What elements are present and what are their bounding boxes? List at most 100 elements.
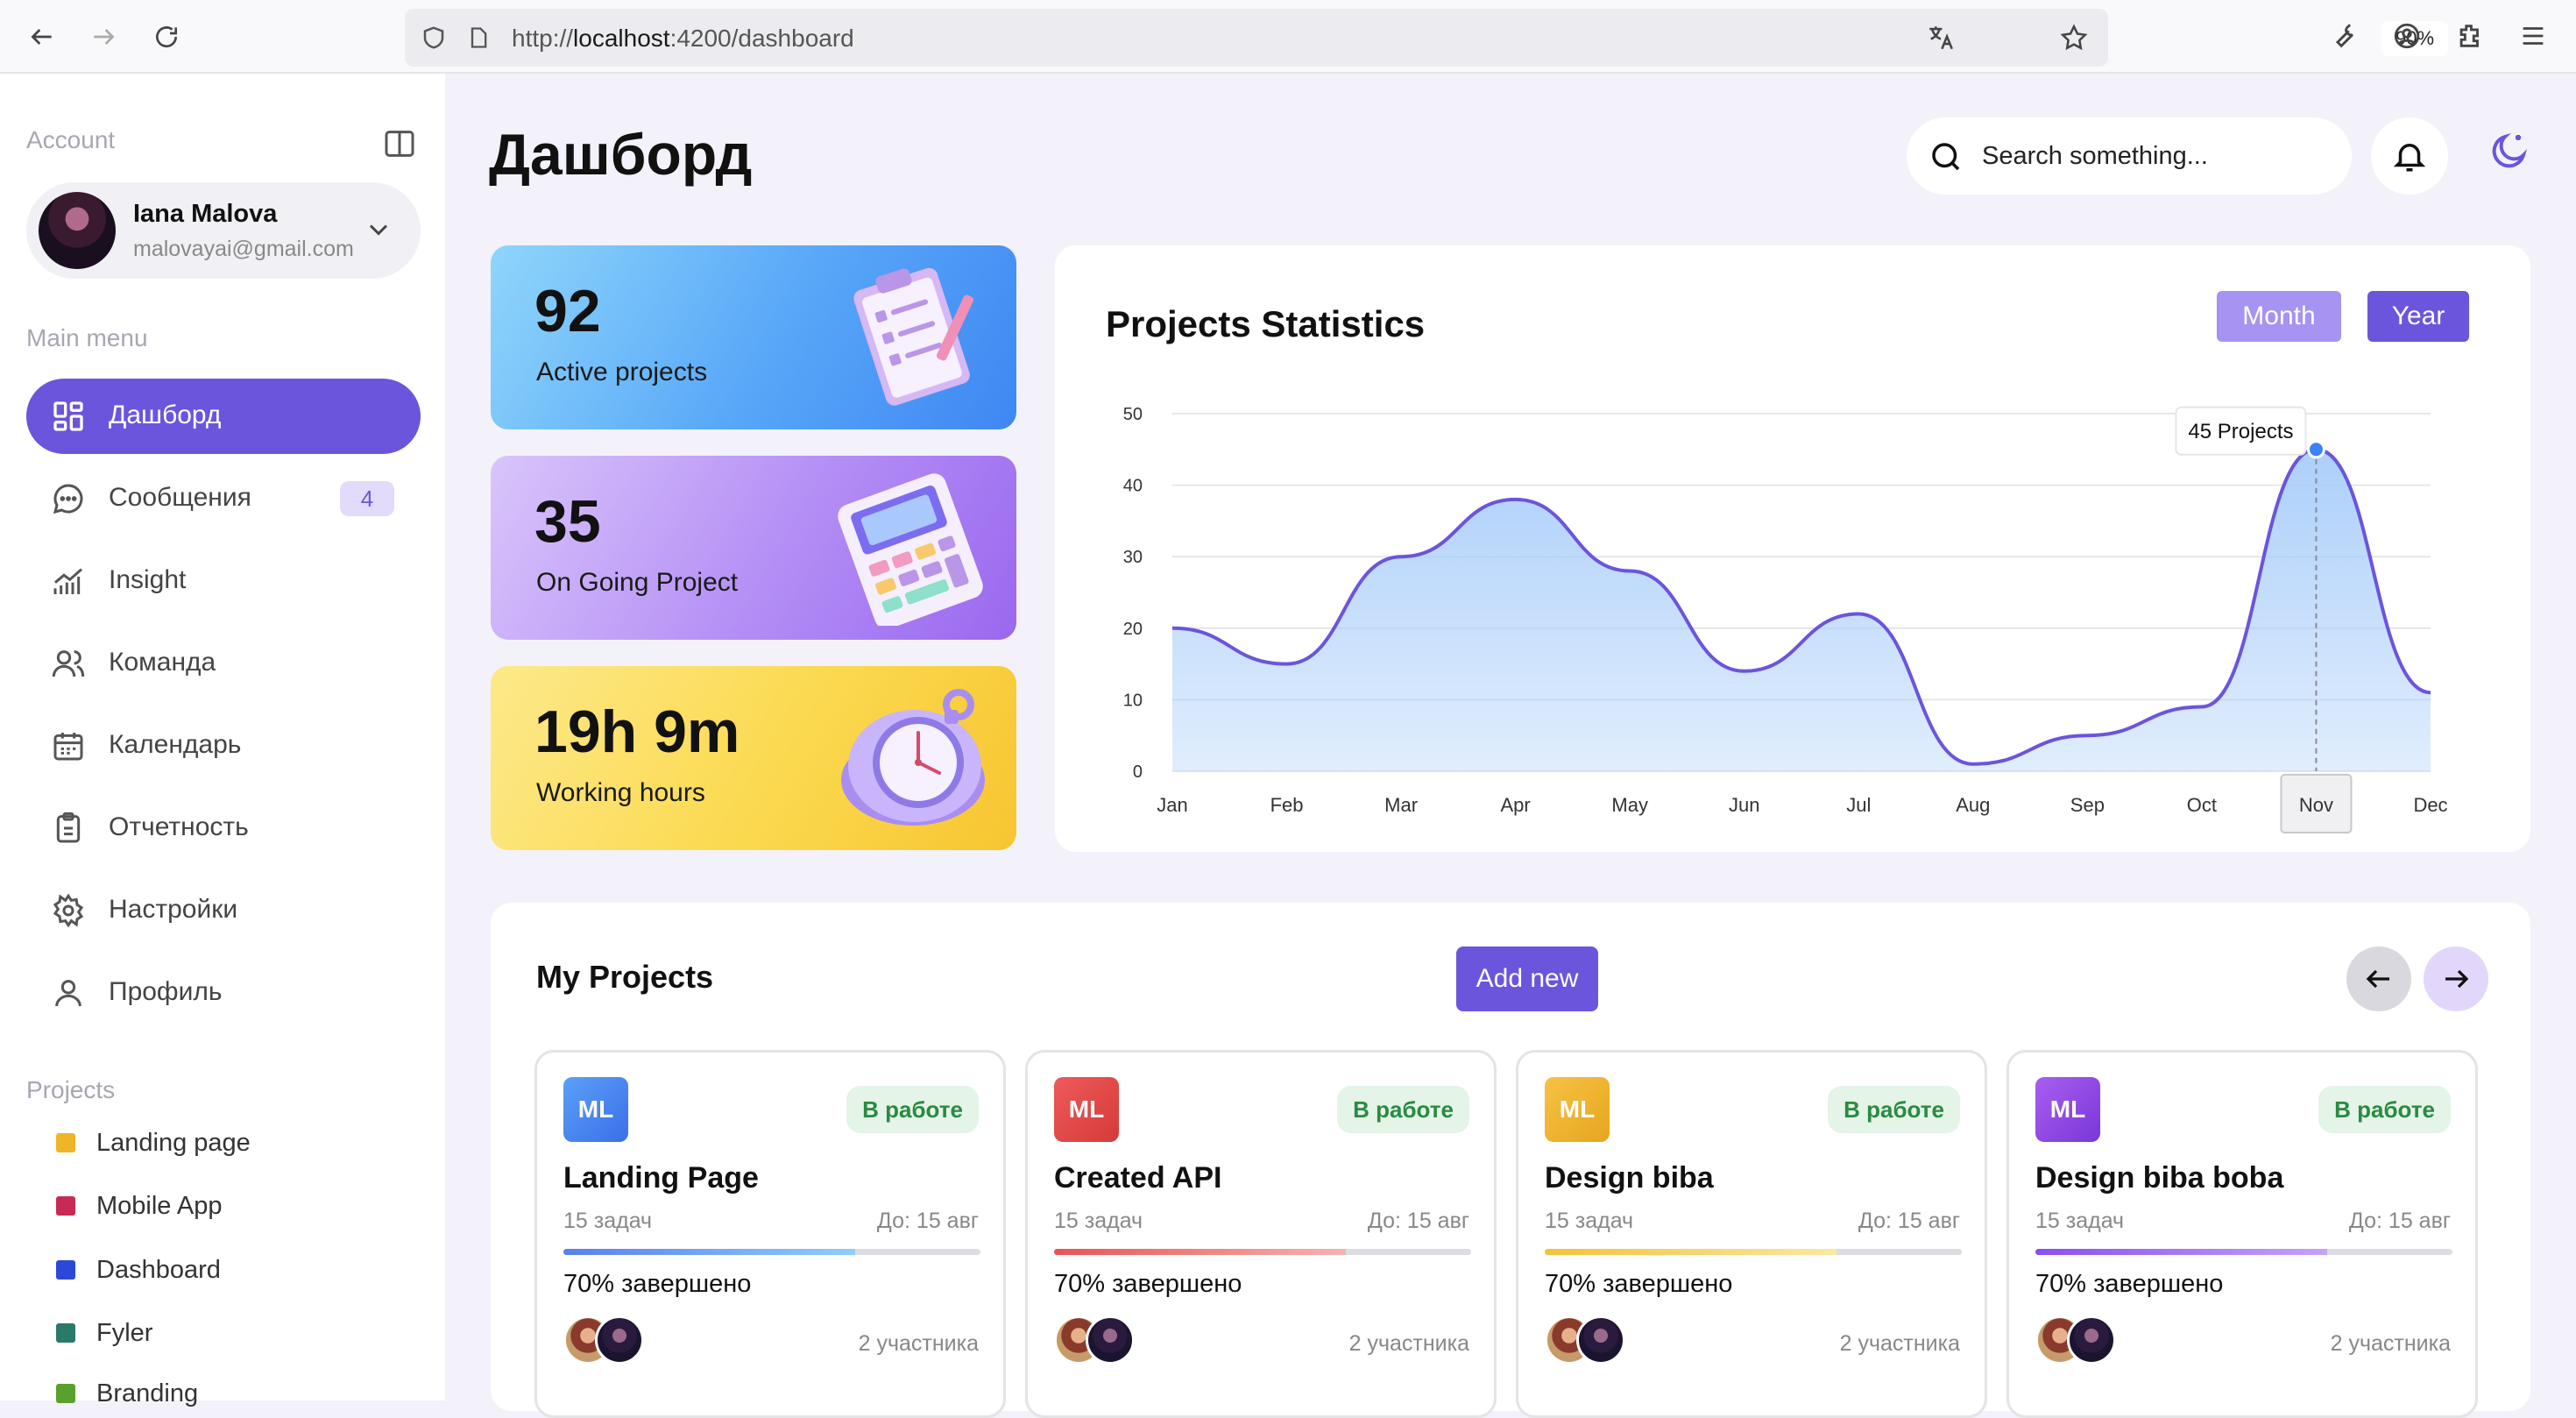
back-button[interactable]	[23, 18, 61, 56]
member-count: 2 участника	[858, 1331, 979, 1356]
url-text: http://localhost:4200/dashboard	[512, 25, 854, 52]
stat-card-active-projects: 92 Active projects	[491, 245, 1016, 429]
notifications-button[interactable]	[2371, 117, 2448, 195]
sidebar-item-calendar[interactable]: Календарь	[26, 708, 421, 783]
translate-icon[interactable]	[1926, 23, 1956, 53]
y-tick-label: 40	[1123, 477, 1143, 496]
sidebar-item-insight[interactable]: Insight	[26, 543, 421, 619]
forward-button[interactable]	[84, 18, 123, 56]
account-icon[interactable]	[2392, 21, 2422, 51]
progress-fill	[2035, 1249, 2328, 1255]
sidebar-project-branding[interactable]: Branding	[56, 1376, 198, 1411]
sidebar-item-settings[interactable]: Настройки	[26, 873, 421, 948]
address-bar[interactable]: http://localhost:4200/dashboard 90%	[405, 9, 2448, 67]
my-projects-section: My Projects Add new ML В работе Landing Pa…	[491, 903, 2530, 1418]
task-count: 15 задач	[1054, 1209, 1143, 1233]
x-tick-label: Jul	[1846, 794, 1871, 816]
search-input[interactable]: Search something...	[1907, 117, 2352, 195]
project-logo: ML	[2035, 1077, 2100, 1142]
sidebar-item-label: Дашборд	[109, 401, 222, 429]
user-email: malovayai@gmail.com	[133, 237, 354, 261]
stat-label: On Going Project	[536, 568, 739, 597]
progress-text: 70% завершено	[2035, 1270, 2224, 1298]
y-tick-label: 10	[1123, 691, 1143, 710]
x-tick-label: May	[1611, 794, 1648, 816]
sidebar-item-label: Отчетность	[109, 812, 249, 841]
status-badge: В работе	[846, 1086, 979, 1133]
progress-fill	[1054, 1249, 1347, 1255]
extensions-icon[interactable]	[2455, 21, 2485, 51]
progress-fill	[1545, 1249, 1837, 1255]
sidebar-toggle-icon[interactable]	[382, 126, 417, 161]
sidebar-project-fyler[interactable]: Fyler	[56, 1315, 152, 1351]
sidebar-item-reports[interactable]: Отчетность	[26, 791, 421, 866]
carousel-prev-button[interactable]	[2346, 947, 2411, 1011]
member-count: 2 участника	[1348, 1331, 1469, 1356]
browser-toolbar: http://localhost:4200/dashboard 90%	[0, 0, 2576, 74]
series-area	[1172, 449, 2431, 771]
progress-bar	[2035, 1249, 2452, 1255]
progress-bar	[1545, 1249, 1962, 1255]
y-tick-label: 50	[1123, 405, 1143, 424]
project-card-created-api[interactable]: ML В работе Created API 15 задач До: 15 авг 7…	[1025, 1050, 1497, 1418]
sidebar-item-profile[interactable]: Профиль	[26, 955, 421, 1031]
project-card-design-biba[interactable]: ML В работе Design biba 15 задач До: 15 авг 7…	[1516, 1050, 1987, 1418]
status-badge: В работе	[1828, 1086, 1960, 1133]
sidebar-item-team[interactable]: Команда	[26, 626, 421, 701]
task-count: 15 задач	[563, 1209, 653, 1233]
task-count: 15 задач	[2035, 1209, 2125, 1233]
main-menu-label: Main menu	[26, 324, 148, 351]
stat-card-working-hours: 19h 9m Working hours	[491, 666, 1016, 850]
x-tick-label: Mar	[1384, 794, 1418, 816]
chat-icon	[53, 484, 83, 514]
my-projects-title: My Projects	[536, 959, 714, 995]
menu-icon[interactable]	[2518, 21, 2548, 51]
progress-text: 70% завершено	[1054, 1270, 1242, 1298]
account-section-label: Account	[26, 126, 116, 153]
sidebar-project-dashboard[interactable]: Dashboard	[56, 1252, 221, 1287]
project-color-swatch	[56, 1260, 75, 1280]
progress-text: 70% завершено	[1545, 1270, 1733, 1298]
account-switcher[interactable]: Iana Malova malovayai@gmail.com	[26, 182, 421, 279]
x-tick-label: Apr	[1501, 794, 1531, 816]
x-tick-label: Jan	[1157, 794, 1187, 816]
add-new-button[interactable]: Add new	[1456, 947, 1598, 1011]
progress-fill	[563, 1249, 856, 1255]
status-badge: В работе	[2318, 1086, 2451, 1133]
reload-button[interactable]	[147, 18, 186, 56]
page-icon	[471, 27, 487, 48]
sidebar-item-dashboard[interactable]: Дашборд	[26, 379, 421, 454]
highlight-point	[2306, 440, 2325, 459]
progress-text: 70% завершено	[563, 1270, 752, 1298]
wrench-icon[interactable]	[2329, 21, 2359, 51]
x-tick-label: Nov	[2299, 794, 2333, 816]
project-name: Created API	[1054, 1161, 1222, 1195]
sidebar-project-landing-page[interactable]: Landing page	[56, 1125, 251, 1160]
theme-toggle-moon-icon[interactable]	[2488, 130, 2530, 172]
sidebar-item-label: Сообщения	[109, 483, 251, 512]
project-logo: ML	[1545, 1077, 1610, 1142]
projects-area-chart: 0 10 20 30 40 50 45 Projects Jan Feb Mar Apr May Jun…	[1123, 405, 2448, 833]
reload-icon	[156, 26, 178, 48]
project-label: Branding	[96, 1379, 199, 1407]
page-title: Дашборд	[489, 122, 753, 187]
project-card-landing-page[interactable]: ML В работе Landing Page 15 задач До: 15 авг…	[534, 1050, 1006, 1418]
project-name: Design biba	[1545, 1161, 1714, 1195]
project-card-design-biba-boba[interactable]: ML В работе Design biba boba 15 задач До: 15…	[2006, 1050, 2478, 1418]
star-icon[interactable]	[2059, 23, 2089, 53]
clipboard-icon	[56, 812, 81, 843]
project-label: Dashboard	[96, 1255, 221, 1284]
stat-label: Active projects	[536, 358, 708, 386]
due-date: До: 15 авг	[1858, 1209, 1960, 1233]
arrow-left-icon	[2366, 969, 2389, 989]
carousel-next-button[interactable]	[2424, 947, 2488, 1011]
project-color-swatch	[56, 1323, 75, 1343]
status-badge: В работе	[1337, 1086, 1469, 1133]
project-name: Design biba boba	[2035, 1161, 2284, 1195]
x-tick-label: Dec	[2413, 794, 2447, 816]
project-label: Fyler	[96, 1318, 153, 1347]
sidebar-project-mobile-app[interactable]: Mobile App	[56, 1188, 223, 1223]
x-tick-label: Feb	[1270, 794, 1304, 816]
member-avatars	[563, 1315, 651, 1368]
sidebar-item-messages[interactable]: Сообщения 4	[26, 461, 421, 536]
